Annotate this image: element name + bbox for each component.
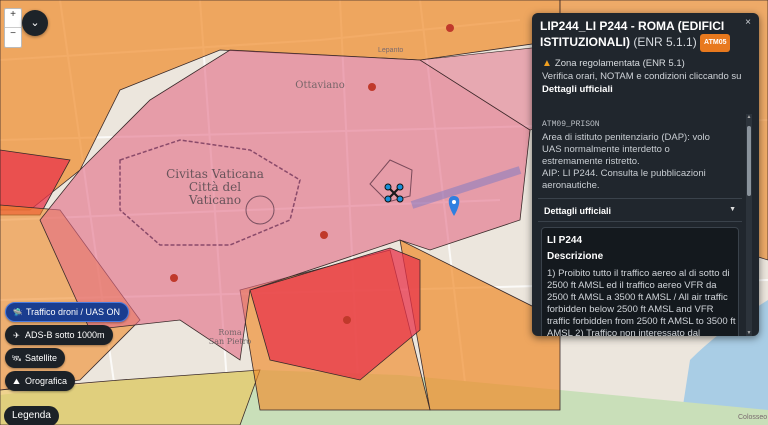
official-details-toggle[interactable]: Dettagli ufficiali ▼ bbox=[538, 198, 742, 222]
drone-traffic-icon: 🛸 bbox=[12, 308, 23, 317]
zone-description: Area di istituto penitenziario (DAP): vo… bbox=[542, 132, 732, 192]
layer-label: Satellite bbox=[25, 353, 58, 363]
aip-note: AIP: LI P244. Consulta le pubblicazioni … bbox=[542, 168, 706, 191]
warning-icon: ▲ bbox=[542, 58, 552, 69]
layer-label: Orografica bbox=[25, 376, 68, 386]
zone-warning: ▲ Zona regolamentata (ENR 5.1) bbox=[542, 58, 685, 69]
chevron-down-icon: ⌄ bbox=[30, 17, 40, 29]
detail-text: 1) Proibito tutto il traffico aereo al d… bbox=[547, 268, 736, 336]
layer-toggle-satellite[interactable]: 🛰 Satellite bbox=[5, 348, 66, 368]
detail-code: LI P244 bbox=[547, 235, 583, 246]
close-button[interactable]: × bbox=[745, 17, 751, 28]
map-label-ottaviano: Ottaviano bbox=[295, 80, 345, 91]
zone-info: Verifica orari, NOTAM e condizioni clicc… bbox=[542, 70, 752, 96]
details-label: Dettagli ufficiali bbox=[544, 206, 612, 216]
scroll-up-icon[interactable]: ▲ bbox=[746, 114, 752, 120]
description-text: Area di istituto penitenziario (DAP): vo… bbox=[542, 132, 710, 167]
info-text: Verifica orari, NOTAM e condizioni clicc… bbox=[542, 71, 742, 82]
layer-toggle-adsb[interactable]: ✈ ADS-B sotto 1000m bbox=[5, 325, 113, 345]
warning-text: Zona regolamentata (ENR 5.1) bbox=[554, 58, 685, 69]
panel-scroll-area[interactable]: ATM09_PRISON Area di istituto penitenzia… bbox=[538, 114, 752, 336]
layer-toggle-orografica[interactable]: ⛰ Orografica bbox=[5, 371, 76, 391]
panel-title: LIP244_LI P244 - ROMA (EDIFICI ISTITUZIO… bbox=[540, 18, 740, 52]
caret-down-icon: ▼ bbox=[729, 206, 736, 213]
official-details-card: LI P244 Descrizione 1) Proibito tutto il… bbox=[541, 227, 739, 336]
collapse-button[interactable]: ⌄ bbox=[22, 10, 48, 36]
zone-info-panel: LIP244_LI P244 - ROMA (EDIFICI ISTITUZIO… bbox=[532, 13, 759, 336]
zoom-in-button[interactable]: + bbox=[5, 9, 21, 28]
airplane-icon: ✈ bbox=[13, 331, 20, 340]
zone-reference: (ENR 5.1.1) bbox=[633, 35, 697, 49]
zone-badge: ATM05 bbox=[700, 34, 731, 52]
map-label-lepanto: Lepanto bbox=[378, 47, 404, 54]
zoom-control: + − bbox=[4, 8, 22, 48]
scrollbar-thumb[interactable] bbox=[747, 126, 751, 196]
detail-heading: Descrizione bbox=[547, 251, 604, 262]
map-label-vaticano: Civitas Vaticana Città del Vaticano bbox=[166, 167, 264, 207]
zone-code: ATM09_PRISON bbox=[542, 120, 600, 129]
map-label-colosseo: Colosseo bbox=[738, 414, 768, 421]
mountain-icon: ⛰ bbox=[13, 377, 20, 386]
scrollbar[interactable]: ▲ ▼ bbox=[746, 114, 752, 336]
layer-label: ADS-B sotto 1000m bbox=[25, 330, 105, 340]
info-link[interactable]: Dettagli ufficiali bbox=[542, 84, 613, 95]
zoom-out-button[interactable]: − bbox=[5, 28, 21, 47]
legend-button[interactable]: Legenda bbox=[4, 406, 59, 425]
map-label-roma: Roma San Pietro bbox=[208, 328, 252, 346]
layer-label: Traffico droni / UAS ON bbox=[26, 307, 121, 317]
layer-toggle-uas-traffic[interactable]: 🛸 Traffico droni / UAS ON bbox=[5, 302, 130, 322]
scroll-down-icon[interactable]: ▼ bbox=[746, 330, 752, 336]
satellite-icon: 🛰 bbox=[11, 354, 22, 363]
drone-icon[interactable] bbox=[384, 183, 404, 203]
